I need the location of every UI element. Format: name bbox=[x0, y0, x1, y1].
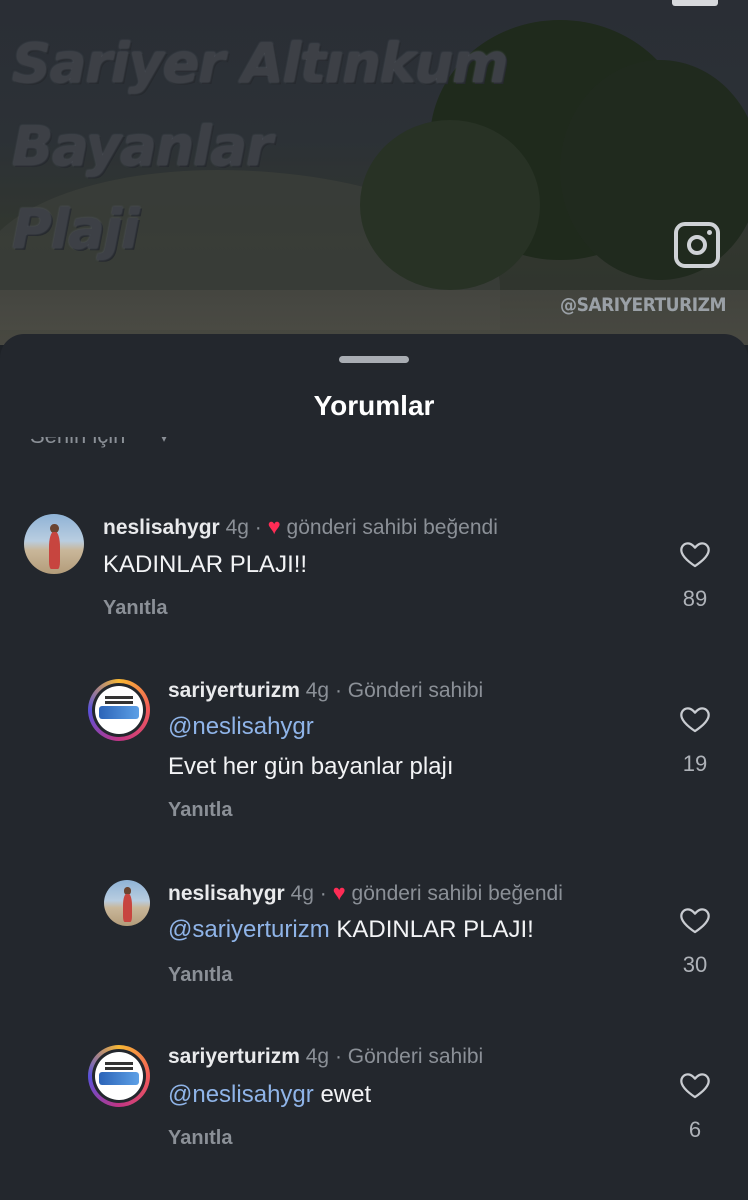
status-chip bbox=[672, 0, 718, 6]
comment-username[interactable]: sariyerturizm bbox=[168, 1045, 300, 1068]
liked-by-creator-label: gönderi sahibi beğendi bbox=[351, 882, 563, 905]
reply-item: sariyerturizm 4g · Gönderi sahibi @nesli… bbox=[0, 669, 748, 821]
meta-separator: · bbox=[334, 1045, 342, 1068]
like-count: 30 bbox=[682, 952, 708, 977]
reply-button[interactable]: Yanıtla bbox=[168, 1127, 232, 1150]
comment-age: 4g bbox=[305, 1045, 330, 1068]
avatar[interactable] bbox=[24, 514, 84, 574]
meta-separator: · bbox=[319, 882, 327, 905]
comment-age: 4g bbox=[225, 516, 249, 539]
heart-icon: ♥ bbox=[267, 514, 281, 539]
logo-detail bbox=[98, 706, 140, 719]
avatar[interactable] bbox=[88, 1045, 150, 1107]
sort-label: Senin için bbox=[30, 437, 125, 449]
avatar-image-detail bbox=[49, 532, 60, 570]
instagram-icon bbox=[674, 222, 720, 268]
mention-link[interactable]: @neslisahygr bbox=[168, 1081, 314, 1108]
comment-meta: sariyerturizm 4g · Gönderi sahibi bbox=[168, 1045, 483, 1069]
like-count: 89 bbox=[682, 586, 708, 611]
reply-button[interactable]: Yanıtla bbox=[168, 799, 232, 822]
comment-text-row: @neslisahygr ewet bbox=[168, 1081, 371, 1109]
reply-item: sariyerturizm 4g · Gönderi sahibi @nesli… bbox=[0, 1039, 748, 1159]
reply-item: neslisahygr 4g · ♥ gönderi sahibi beğend… bbox=[0, 874, 748, 994]
comment-username[interactable]: sariyerturizm bbox=[168, 679, 300, 702]
comment-item: neslisahygr 4g · ♥ gönderi sahibi beğend… bbox=[0, 504, 748, 634]
like-count: 6 bbox=[688, 1117, 702, 1142]
overlay-title-line: Sariyer Altınkum bbox=[12, 32, 508, 95]
mention-link[interactable]: @neslisahygr bbox=[168, 713, 314, 741]
heart-outline-icon[interactable] bbox=[678, 903, 712, 937]
comment-age: 4g bbox=[305, 679, 330, 702]
comments-sheet: Yorumlar Senin için ▾ neslisahygr 4g · ♥… bbox=[0, 334, 748, 1200]
avatar[interactable] bbox=[104, 880, 150, 926]
sheet-title: Yorumlar bbox=[313, 390, 435, 421]
chevron-down-icon: ▾ bbox=[160, 437, 169, 446]
watermark-handle: @SARIYERTURIZM bbox=[560, 294, 727, 316]
reply-button[interactable]: Yanıtla bbox=[168, 964, 232, 987]
comment-text: Evet her gün bayanlar plajı bbox=[168, 753, 454, 780]
comment-text-row: @sariyerturizm KADINLAR PLAJI! bbox=[168, 916, 534, 944]
comment-age: 4g bbox=[290, 882, 314, 905]
reply-button[interactable]: Yanıtla bbox=[103, 597, 167, 620]
meta-separator: · bbox=[334, 679, 342, 702]
video-background: Sariyer Altınkum Bayanlar Plaji @SARIYER… bbox=[0, 0, 748, 345]
mention-link[interactable]: @sariyerturizm bbox=[168, 916, 330, 943]
like-count: 19 bbox=[682, 751, 708, 776]
sheet-grabber-handle[interactable] bbox=[339, 356, 409, 363]
comment-text: KADINLAR PLAJI! bbox=[336, 916, 534, 943]
sort-dropdown[interactable]: Senin için ▾ bbox=[30, 437, 230, 457]
heart-outline-icon[interactable] bbox=[678, 537, 712, 571]
logo-detail bbox=[104, 695, 134, 699]
logo-detail bbox=[104, 1061, 134, 1065]
heart-outline-icon[interactable] bbox=[678, 702, 712, 736]
overlay-title-line: Bayanlar bbox=[12, 115, 273, 178]
heart-outline-icon[interactable] bbox=[678, 1068, 712, 1102]
comment-meta: sariyerturizm 4g · Gönderi sahibi bbox=[168, 679, 483, 703]
creator-label: Gönderi sahibi bbox=[347, 1045, 484, 1068]
comment-text: ewet bbox=[320, 1081, 372, 1108]
overlay-title-line: Plaji bbox=[12, 198, 140, 261]
comment-meta: neslisahygr 4g · ♥ gönderi sahibi beğend… bbox=[103, 514, 498, 540]
meta-separator: · bbox=[254, 516, 262, 539]
brand-logo bbox=[95, 1052, 143, 1100]
avatar[interactable] bbox=[88, 679, 150, 741]
heart-icon: ♥ bbox=[332, 880, 346, 905]
avatar-image-detail bbox=[123, 893, 132, 923]
comment-username[interactable]: neslisahygr bbox=[103, 516, 220, 539]
creator-label: Gönderi sahibi bbox=[347, 679, 484, 702]
video-overlay-title: Sariyer Altınkum Bayanlar Plaji bbox=[12, 22, 612, 271]
comment-text: KADINLAR PLAJI!! bbox=[103, 551, 308, 578]
logo-detail bbox=[98, 1072, 140, 1085]
brand-logo bbox=[95, 686, 143, 734]
comment-meta: neslisahygr 4g · ♥ gönderi sahibi beğend… bbox=[168, 880, 563, 906]
liked-by-creator-label: gönderi sahibi beğendi bbox=[286, 516, 498, 539]
comment-username[interactable]: neslisahygr bbox=[168, 882, 285, 905]
